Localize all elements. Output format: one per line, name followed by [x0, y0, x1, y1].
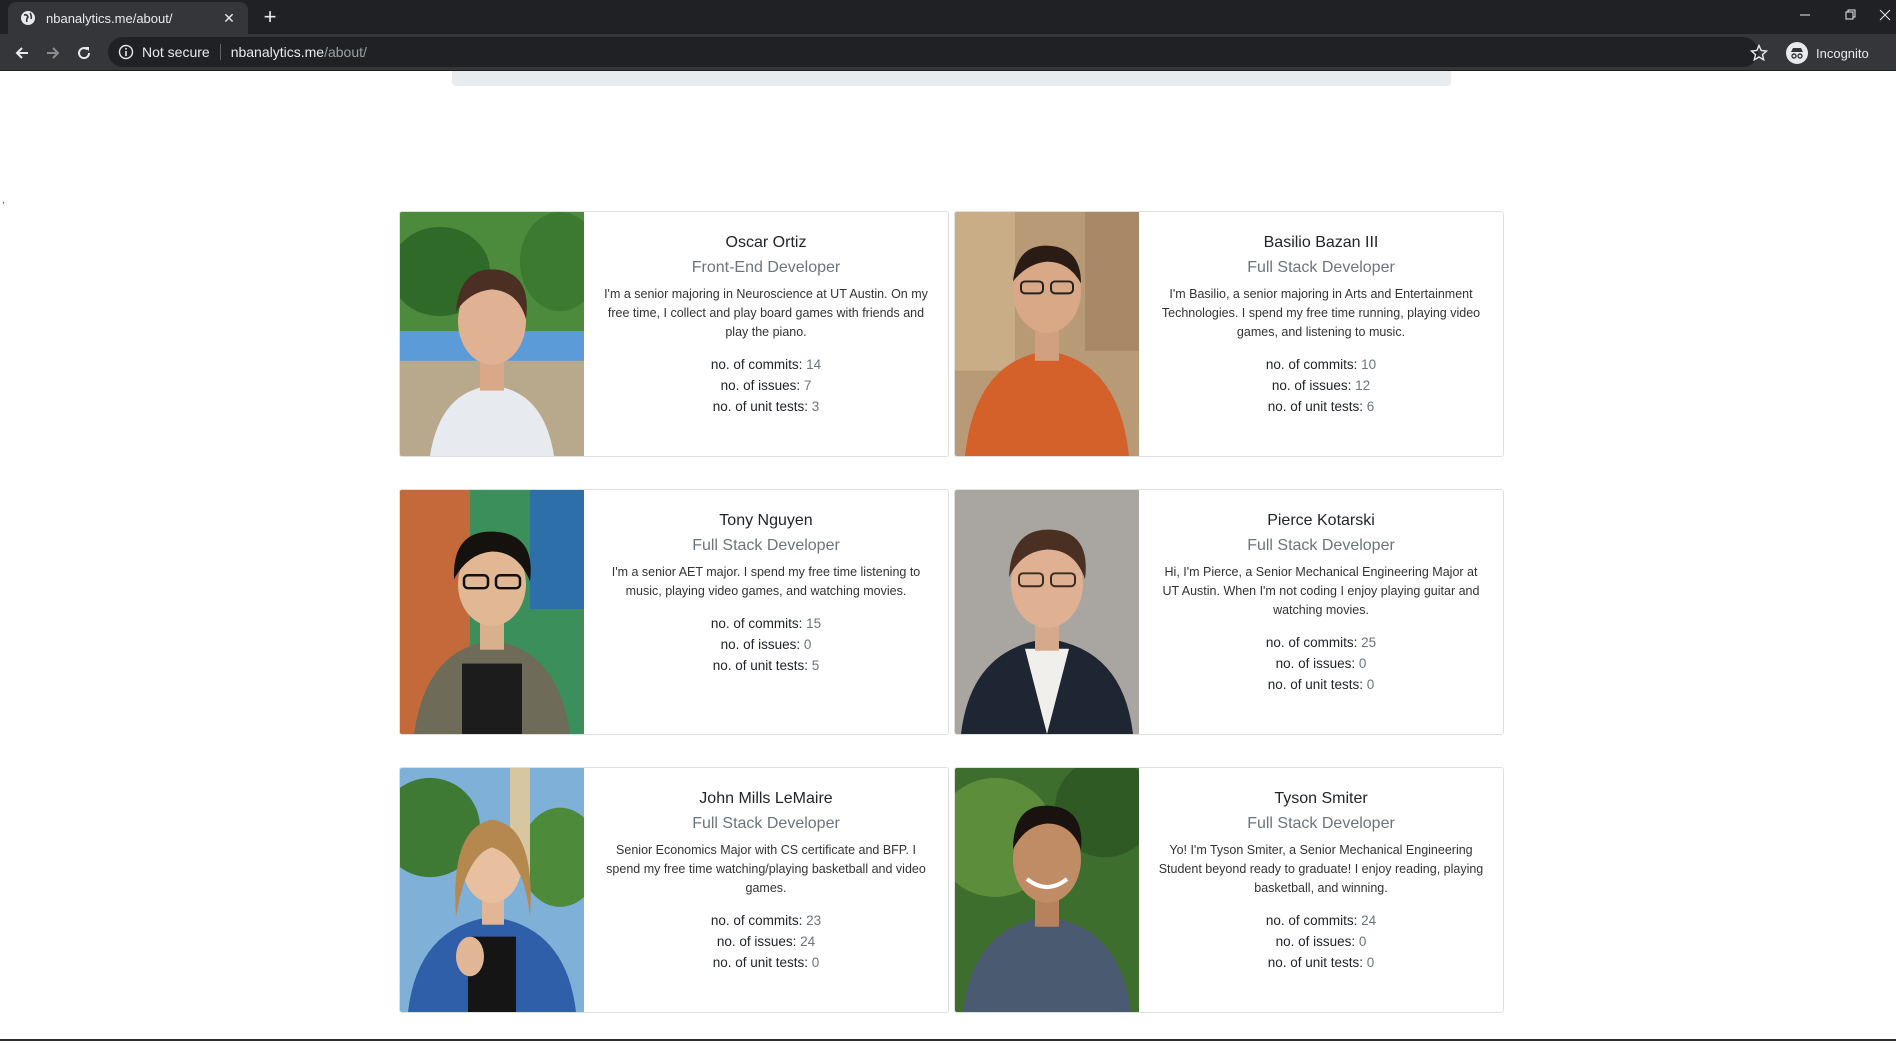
tests-label: no. of unit tests: — [712, 658, 809, 673]
member-photo — [400, 490, 584, 734]
incognito-icon — [1786, 42, 1808, 64]
issues-label: no. of issues: — [720, 378, 801, 393]
member-photo — [955, 212, 1139, 456]
tests-value: 0 — [1366, 677, 1375, 692]
member-photo — [955, 768, 1139, 1012]
issues-label: no. of issues: — [1275, 656, 1356, 671]
reload-icon[interactable] — [70, 39, 98, 67]
issues-label: no. of issues: — [716, 934, 797, 949]
member-bio: Yo! I'm Tyson Smiter, a Senior Mechanica… — [1158, 843, 1484, 895]
member-stats: no. of commits: 14 no. of issues: 7 no. … — [602, 354, 930, 417]
member-card: John Mills LeMaire Full Stack Developer … — [399, 767, 949, 1013]
tests-value: 0 — [1366, 955, 1375, 970]
member-role: Front-End Developer — [691, 259, 841, 276]
minimize-button[interactable] — [1782, 0, 1828, 30]
member-stats: no. of commits: 23 no. of issues: 24 no.… — [602, 910, 930, 973]
member-bio: I'm Basilio, a senior majoring in Arts a… — [1161, 287, 1481, 339]
member-bio: Hi, I'm Pierce, a Senior Mechanical Engi… — [1162, 565, 1480, 617]
commits-label: no. of commits: — [710, 357, 803, 372]
member-bio: Senior Economics Major with CS certifica… — [606, 843, 926, 895]
commits-label: no. of commits: — [710, 913, 803, 928]
address-divider — [219, 44, 221, 60]
member-name: Tony Nguyen — [719, 512, 813, 529]
tests-value: 5 — [811, 658, 820, 673]
commits-label: no. of commits: — [1265, 913, 1358, 928]
back-arrow-icon[interactable] — [8, 39, 36, 67]
member-name: John Mills LeMaire — [699, 790, 833, 807]
member-stats: no. of commits: 25 no. of issues: 0 no. … — [1157, 632, 1485, 695]
member-stats: no. of commits: 15 no. of issues: 0 no. … — [602, 613, 930, 676]
tests-value: 6 — [1366, 399, 1375, 414]
member-card: Oscar Ortiz Front-End Developer I'm a se… — [399, 211, 949, 457]
info-icon[interactable] — [118, 44, 134, 60]
address-bar[interactable]: Not secure nbanalytics.me/about/ — [108, 37, 1758, 67]
browser-toolbar: Not secure nbanalytics.me/about/ Incogni… — [0, 34, 1896, 71]
url-host: nbanalytics.me — [230, 44, 325, 60]
tests-label: no. of unit tests: — [712, 955, 809, 970]
tab-title: nbanalytics.me/about/ — [46, 10, 173, 26]
issues-value: 7 — [803, 378, 812, 393]
member-role: Full Stack Developer — [1247, 815, 1395, 832]
commits-value: 25 — [1361, 635, 1377, 650]
globe-icon — [20, 10, 36, 26]
forward-arrow-icon[interactable] — [39, 39, 67, 67]
security-label[interactable]: Not secure — [142, 44, 210, 60]
issues-value: 12 — [1355, 378, 1371, 393]
commits-label: no. of commits: — [1265, 635, 1358, 650]
issues-label: no. of issues: — [1275, 934, 1356, 949]
member-name: Oscar Ortiz — [725, 234, 807, 251]
issues-value: 0 — [1358, 656, 1367, 671]
member-role: Full Stack Developer — [1247, 259, 1395, 276]
commits-value: 15 — [806, 616, 822, 631]
member-photo — [955, 490, 1139, 734]
stray-text: , — [2, 195, 5, 206]
issues-value: 24 — [800, 934, 816, 949]
member-photo — [400, 212, 584, 456]
close-window-button[interactable] — [1874, 0, 1896, 30]
member-card: Tyson Smiter Full Stack Developer Yo! I'… — [954, 767, 1504, 1013]
commits-label: no. of commits: — [710, 616, 803, 631]
member-card: Basilio Bazan III Full Stack Developer I… — [954, 211, 1504, 457]
bookmark-star-icon[interactable] — [1749, 43, 1769, 62]
tests-label: no. of unit tests: — [1267, 677, 1364, 692]
member-stats: no. of commits: 24 no. of issues: 0 no. … — [1157, 910, 1485, 973]
issues-value: 0 — [1358, 934, 1367, 949]
tests-label: no. of unit tests: — [1267, 399, 1364, 414]
commits-value: 10 — [1361, 357, 1377, 372]
restore-button[interactable] — [1828, 0, 1874, 30]
member-name: Basilio Bazan III — [1263, 234, 1379, 251]
incognito-indicator[interactable]: Incognito — [1786, 40, 1869, 66]
issues-value: 0 — [803, 637, 812, 652]
commits-value: 23 — [806, 913, 822, 928]
member-role: Full Stack Developer — [692, 815, 840, 832]
member-card: Pierce Kotarski Full Stack Developer Hi,… — [954, 489, 1504, 735]
browser-titlebar: nbanalytics.me/about/ ✕ + — [0, 0, 1896, 34]
commits-value: 14 — [806, 357, 822, 372]
member-name: Tyson Smiter — [1274, 790, 1368, 807]
tests-value: 3 — [811, 399, 820, 414]
jumbotron-strip — [452, 71, 1451, 86]
member-card: Tony Nguyen Full Stack Developer I'm a s… — [399, 489, 949, 735]
member-stats: no. of commits: 10 no. of issues: 12 no.… — [1157, 354, 1485, 417]
commits-value: 24 — [1361, 913, 1377, 928]
member-bio: I'm a senior AET major. I spend my free … — [611, 565, 921, 598]
member-bio: I'm a senior majoring in Neuroscience at… — [604, 287, 928, 339]
member-role: Full Stack Developer — [1247, 537, 1395, 554]
member-name: Pierce Kotarski — [1267, 512, 1375, 529]
url-path: /about/ — [324, 44, 367, 60]
member-role: Full Stack Developer — [692, 537, 840, 554]
incognito-label: Incognito — [1816, 45, 1869, 61]
commits-label: no. of commits: — [1265, 357, 1358, 372]
about-page: , Oscar Ortiz Front-End Developer I'm a … — [0, 71, 1896, 1041]
tests-label: no. of unit tests: — [712, 399, 809, 414]
tests-label: no. of unit tests: — [1267, 955, 1364, 970]
issues-label: no. of issues: — [1271, 378, 1352, 393]
new-tab-button[interactable]: + — [258, 6, 282, 30]
tests-value: 0 — [811, 955, 820, 970]
member-photo — [400, 768, 584, 1012]
close-tab-icon[interactable]: ✕ — [220, 9, 238, 27]
issues-label: no. of issues: — [720, 637, 801, 652]
browser-tab[interactable]: nbanalytics.me/about/ ✕ — [8, 2, 248, 34]
